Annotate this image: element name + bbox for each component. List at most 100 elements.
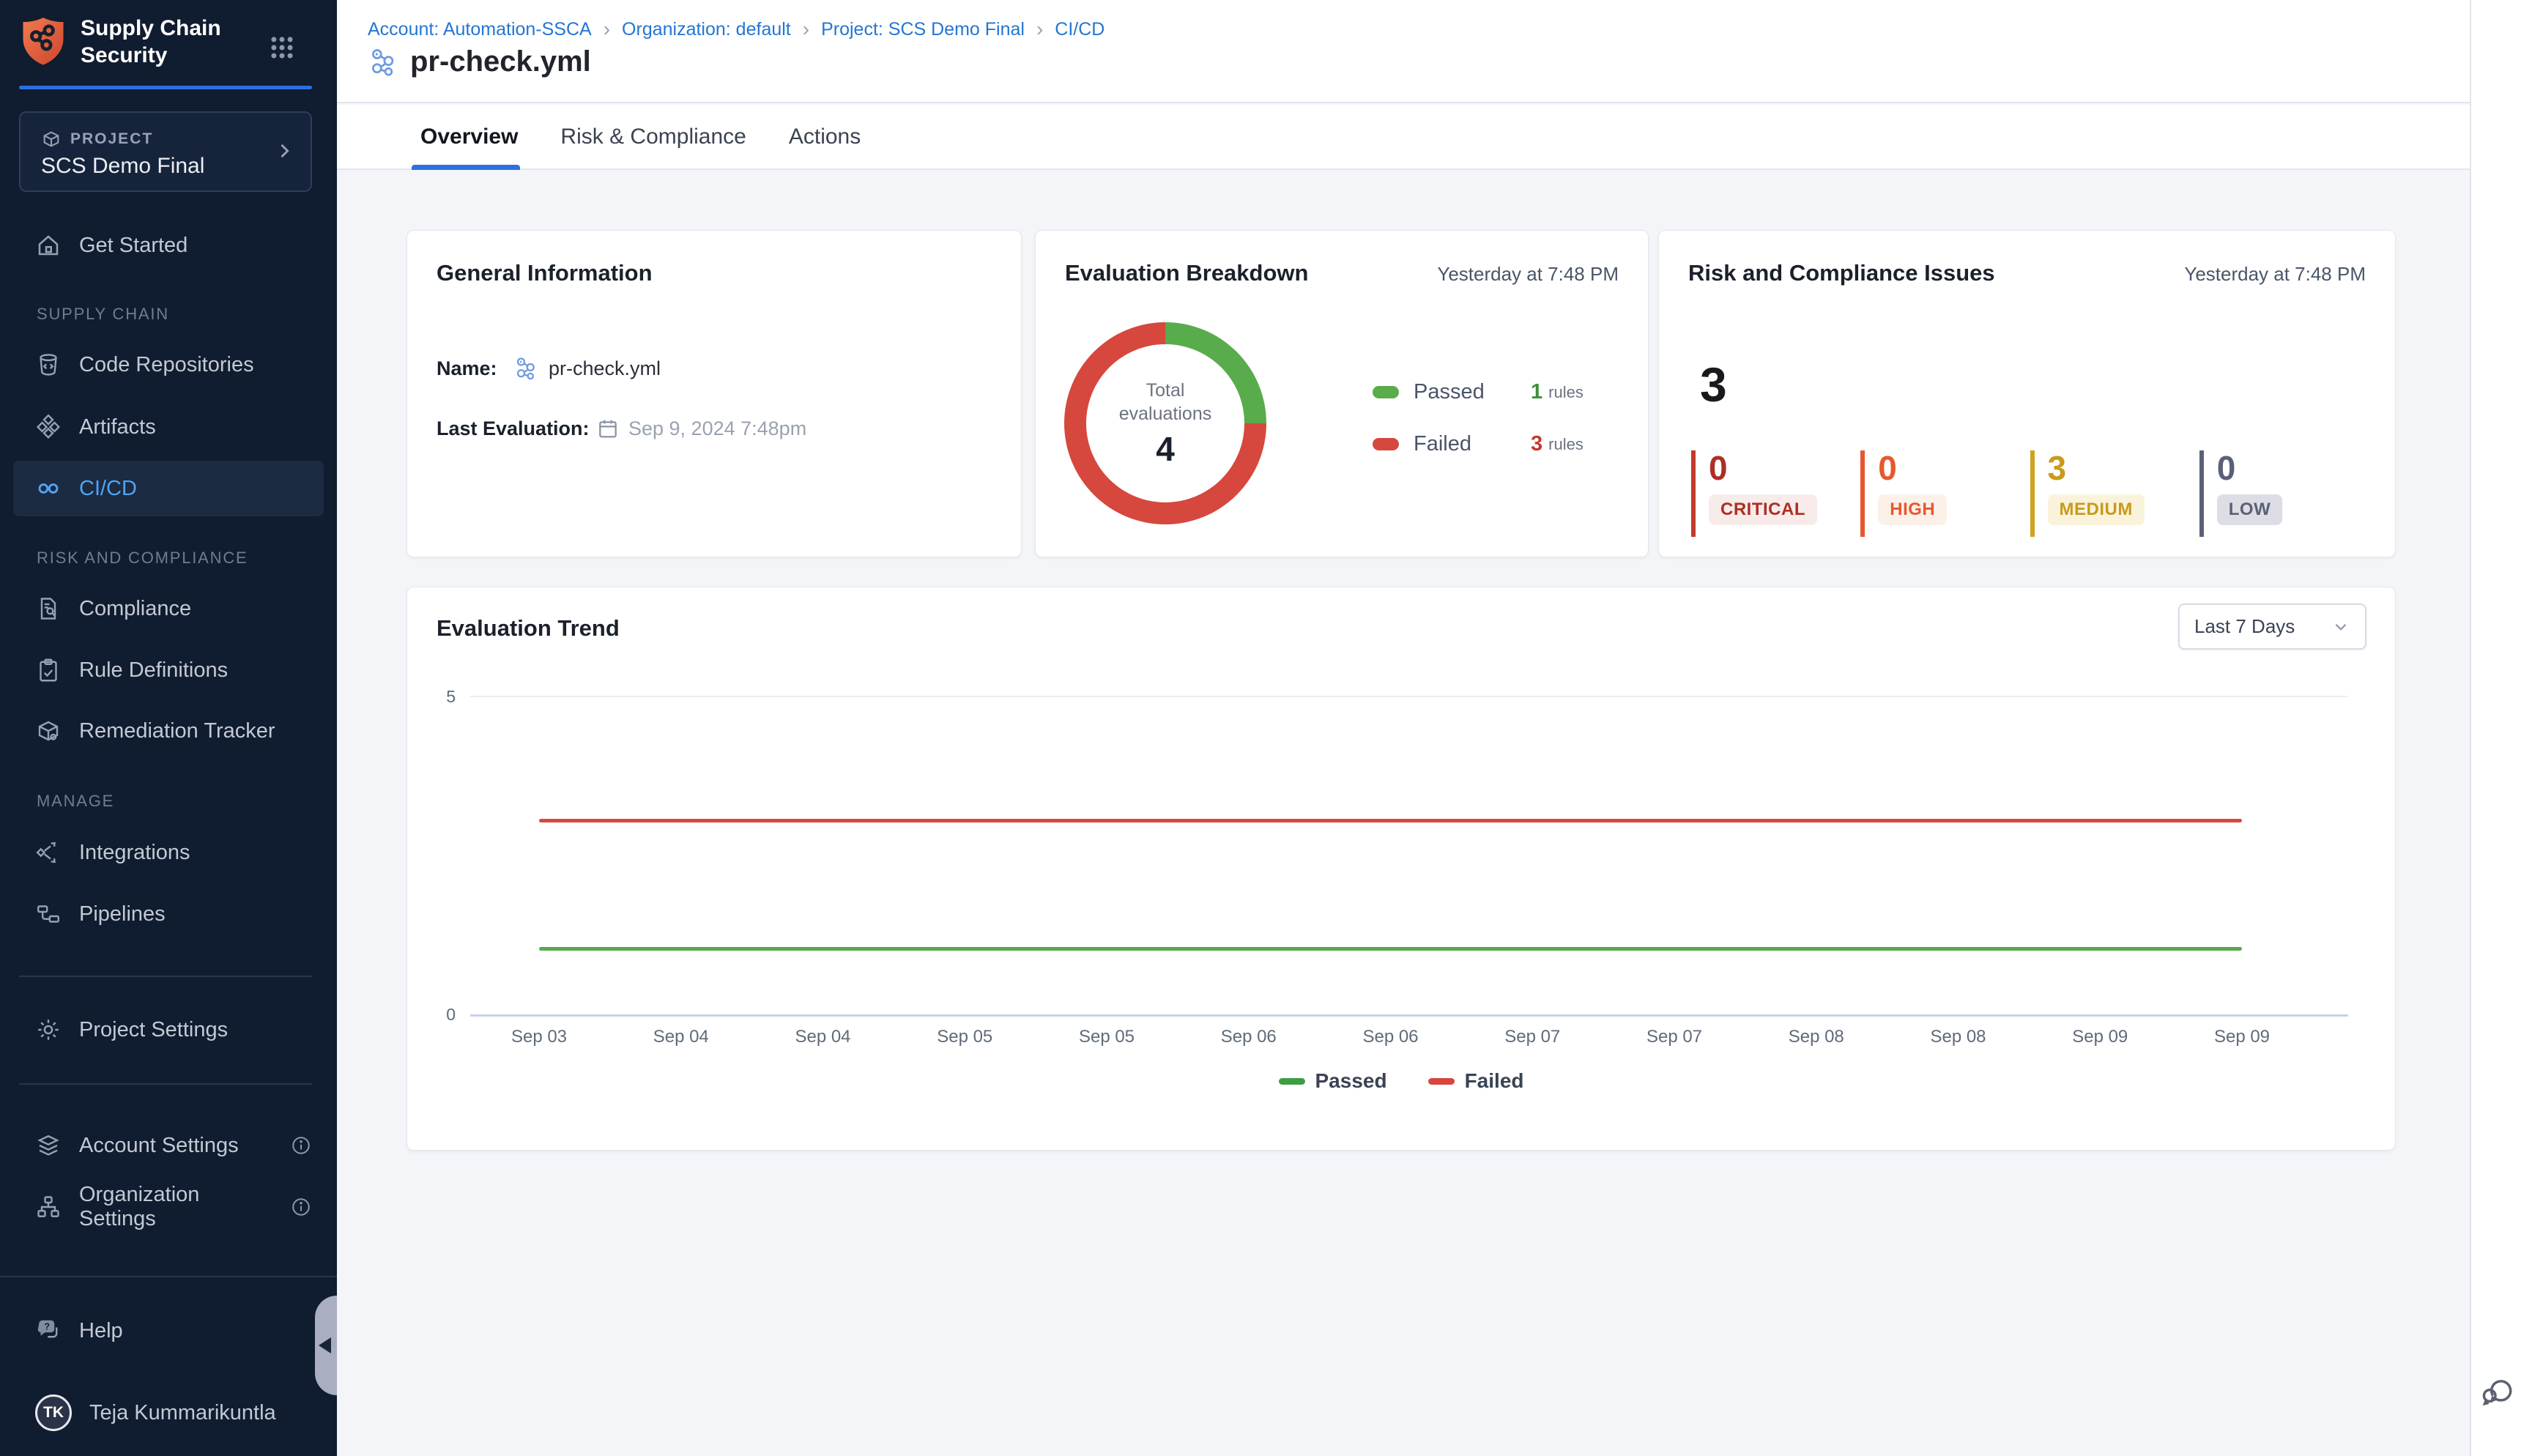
severity-tile-critical: 0 CRITICAL (1691, 450, 1860, 537)
donut-legend: Passed 1 rules Failed 3 rules (1373, 380, 1583, 456)
legend-value: 1 (1531, 380, 1542, 404)
user-menu[interactable]: TK Teja Kummarikuntla (13, 1391, 324, 1435)
tab-actions[interactable]: Actions (784, 125, 865, 149)
product-name: Supply Chain Security (81, 15, 221, 69)
gridline-5 (470, 696, 2348, 697)
active-tab-indicator (412, 165, 520, 170)
sidebar-item-code-repositories[interactable]: Code Repositories (13, 343, 324, 387)
sidebar-item-compliance[interactable]: Compliance (13, 587, 324, 631)
x-axis-label: Sep 03 (511, 1027, 567, 1047)
sidebar-item-artifacts[interactable]: Artifacts (13, 405, 324, 449)
breadcrumb-separator: › (1036, 18, 1043, 41)
breadcrumb-cicd-link[interactable]: CI/CD (1055, 19, 1104, 40)
critical-count: 0 (1709, 450, 1860, 486)
breadcrumb-separator: › (803, 18, 809, 41)
sidebar-item-label: Remediation Tracker (79, 719, 275, 743)
sidebar-item-remediation-tracker[interactable]: Remediation Tracker (13, 709, 324, 753)
help-chat-icon: ? (35, 1318, 62, 1344)
sidebar-item-cicd[interactable]: CI/CD (13, 461, 324, 516)
passed-series-line (539, 947, 2242, 951)
project-label: PROJECT (70, 130, 153, 148)
breadcrumb-organization-link[interactable]: Organization: default (622, 19, 791, 40)
name-label: Name: (437, 357, 513, 380)
legend-label: Failed (1414, 432, 1531, 456)
passed-dash-icon (1279, 1078, 1305, 1085)
breadcrumb-account-link[interactable]: Account: Automation-SSCA (368, 19, 592, 40)
remediation-tracker-icon (35, 718, 62, 744)
info-icon[interactable] (290, 1196, 312, 1218)
legend-label: Passed (1414, 380, 1531, 404)
failed-series-line (539, 819, 2242, 822)
legend-value: 3 (1531, 432, 1542, 456)
x-axis-label: Sep 08 (1930, 1027, 1986, 1047)
card-title: Evaluation Trend (437, 615, 620, 642)
sidebar-item-label: Get Started (79, 234, 188, 258)
x-axis-label: Sep 06 (1221, 1027, 1277, 1047)
low-badge: LOW (2217, 494, 2282, 525)
trend-legend: Passed Failed (407, 1069, 2395, 1093)
card-timestamp: Yesterday at 7:48 PM (1437, 263, 1619, 286)
sidebar-collapse-handle[interactable] (315, 1296, 337, 1395)
x-axis-label: Sep 04 (653, 1027, 709, 1047)
last-evaluation-value: Sep 9, 2024 7:48pm (628, 417, 806, 440)
sidebar-item-project-settings[interactable]: Project Settings (13, 1008, 324, 1052)
y-axis-tick: 5 (426, 687, 456, 707)
sidebar-divider (0, 1276, 337, 1277)
legend-label: Failed (1465, 1069, 1524, 1093)
artifacts-icon (35, 414, 62, 440)
y-axis-tick: 0 (426, 1005, 456, 1025)
legend-label: Passed (1315, 1069, 1387, 1093)
sidebar-item-organization-settings[interactable]: Organization Settings (13, 1185, 324, 1229)
sidebar-section-risk-and-compliance: RISK AND COMPLIANCE (37, 549, 248, 568)
chevron-right-icon (274, 141, 294, 161)
sidebar-item-label: Help (79, 1319, 123, 1343)
avatar: TK (35, 1394, 72, 1431)
severity-tiles: 0 CRITICAL 0 HIGH 3 MEDIUM 0 LOW (1691, 450, 2369, 537)
app-grid-icon[interactable] (268, 34, 296, 62)
sidebar-divider (19, 1083, 312, 1085)
sidebar-item-pipelines[interactable]: Pipelines (13, 892, 324, 936)
org-chart-icon (35, 1194, 62, 1220)
breadcrumb-project-link[interactable]: Project: SCS Demo Final (821, 19, 1025, 40)
legend-unit: rules (1548, 383, 1583, 402)
sidebar-item-label: Code Repositories (79, 353, 254, 377)
svg-text:?: ? (44, 1321, 50, 1332)
sidebar-section-supply-chain: SUPPLY CHAIN (37, 305, 169, 324)
legend-item-failed: Failed (1428, 1069, 1524, 1093)
name-value: pr-check.yml (549, 357, 661, 380)
sidebar-item-help[interactable]: ? Help (13, 1309, 324, 1353)
pipelines-icon (35, 901, 62, 927)
tab-overview[interactable]: Overview (416, 125, 522, 149)
chevron-down-icon (2331, 617, 2350, 636)
chat-support-icon[interactable] (2478, 1371, 2516, 1409)
sidebar-item-label: Integrations (79, 841, 190, 865)
page-title: pr-check.yml (410, 45, 591, 78)
sidebar-item-rule-definitions[interactable]: Rule Definitions (13, 648, 324, 692)
sidebar-item-integrations[interactable]: Integrations (13, 831, 324, 874)
low-count: 0 (2217, 450, 2369, 486)
sidebar-item-label: Pipelines (79, 902, 166, 926)
severity-tile-high: 0 HIGH (1860, 450, 2030, 537)
info-icon[interactable] (290, 1134, 312, 1156)
sidebar-item-label: Artifacts (79, 415, 156, 439)
card-title: General Information (437, 260, 653, 286)
x-axis-label: Sep 09 (2072, 1027, 2128, 1047)
high-count: 0 (1878, 450, 2030, 486)
sidebar-item-label: Rule Definitions (79, 658, 228, 683)
general-information-card: General Information Name: pr-check.yml L… (406, 230, 1022, 557)
donut-total-value: 4 (1156, 429, 1175, 469)
risk-compliance-issues-card: Risk and Compliance Issues Yesterday at … (1658, 230, 2396, 557)
sidebar-item-label: Organization Settings (79, 1183, 272, 1231)
tab-risk-and-compliance[interactable]: Risk & Compliance (556, 125, 750, 149)
home-icon (35, 232, 62, 259)
x-axis-label: Sep 09 (2214, 1027, 2270, 1047)
time-range-select[interactable]: Last 7 Days (2178, 603, 2366, 650)
evaluation-donut-chart: Total evaluations 4 (1064, 322, 1266, 524)
x-axis-label: Sep 05 (937, 1027, 992, 1047)
sidebar-item-get-started[interactable]: Get Started (13, 223, 324, 267)
layers-icon (35, 1132, 62, 1159)
breadcrumb-separator: › (604, 18, 610, 41)
pipeline-icon (368, 46, 400, 78)
sidebar-item-account-settings[interactable]: Account Settings (13, 1123, 324, 1167)
project-selector[interactable]: PROJECT SCS Demo Final (19, 111, 312, 192)
